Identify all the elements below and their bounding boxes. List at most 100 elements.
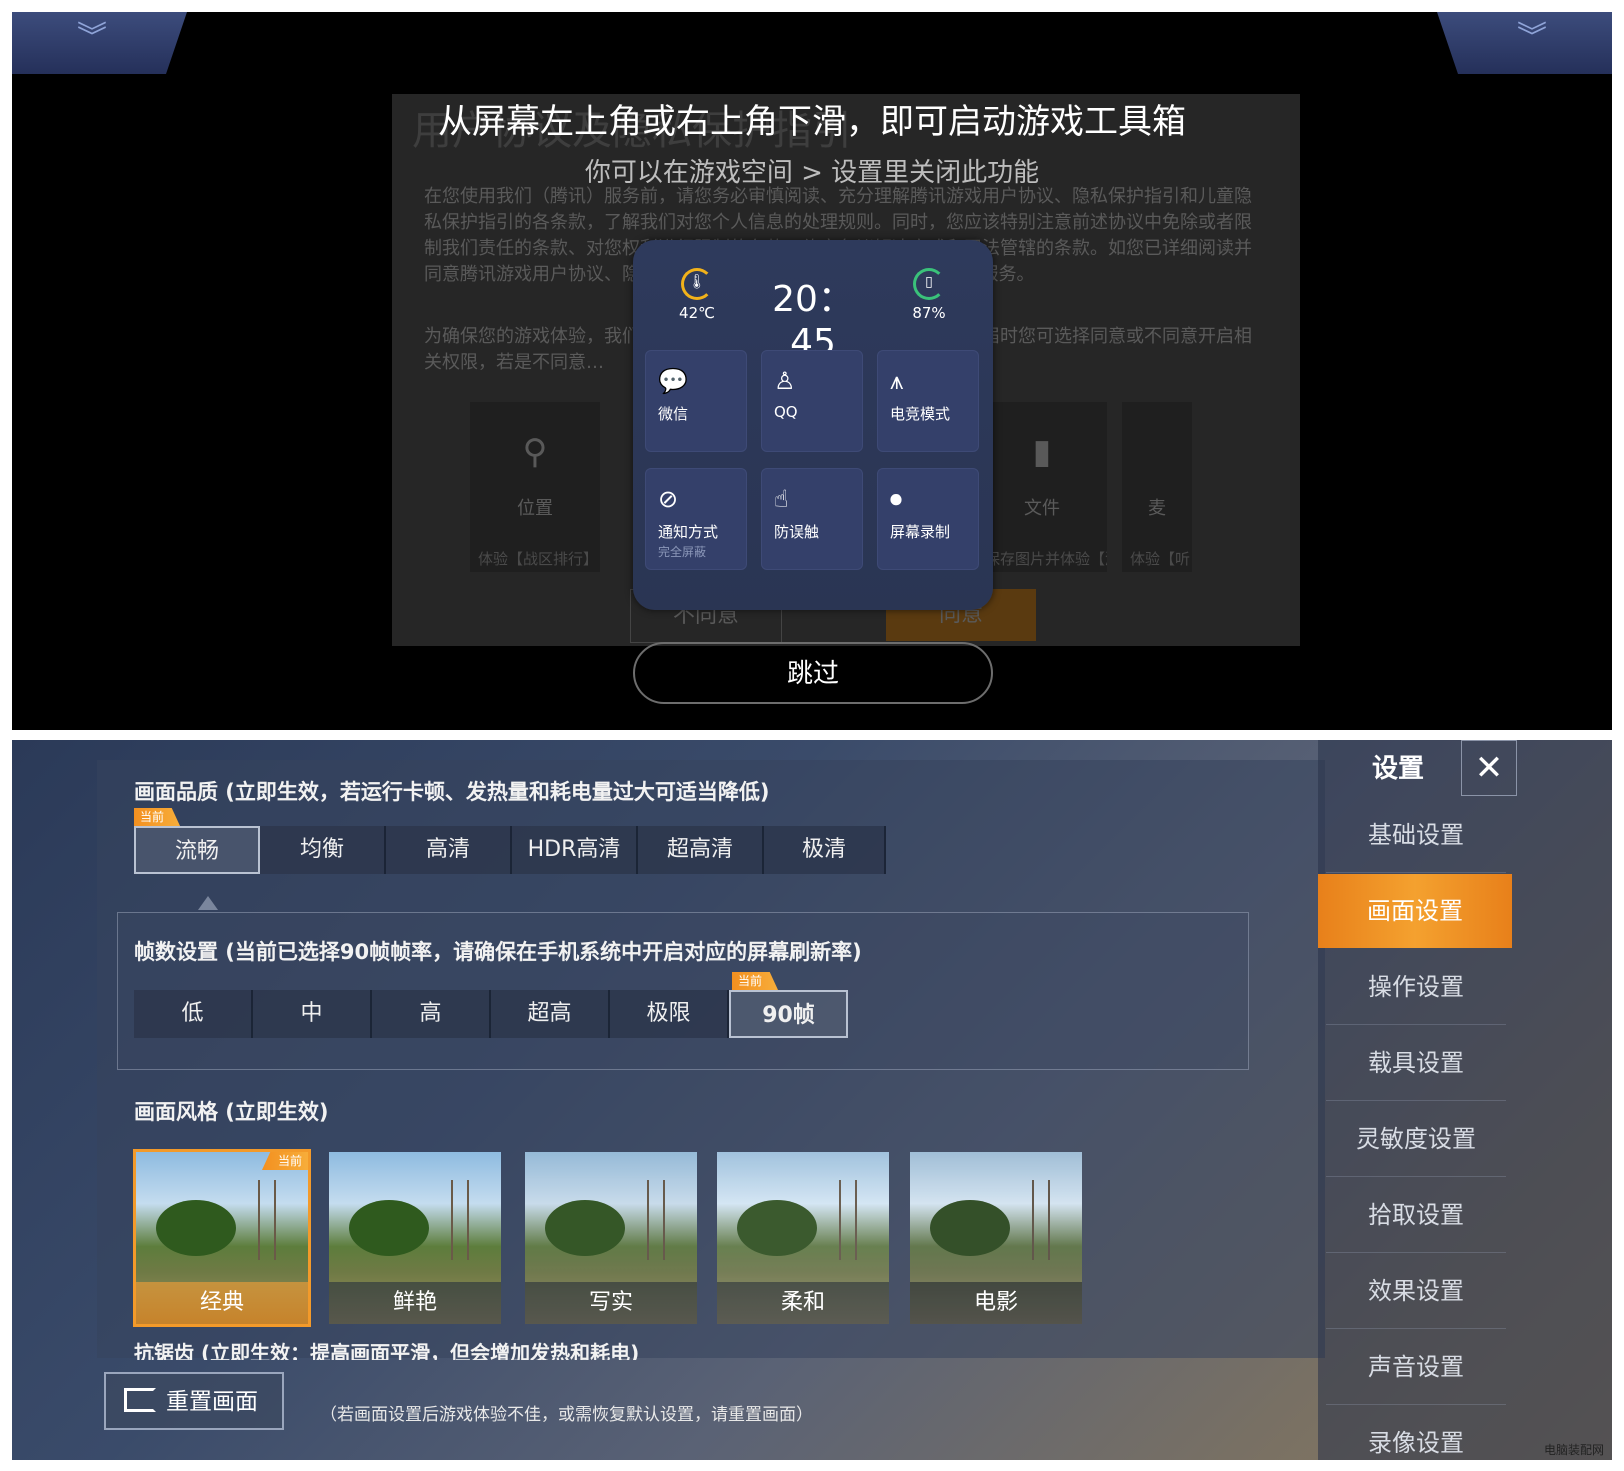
qq-icon: ♙	[774, 367, 796, 395]
toolbox-tile-screen-record[interactable]: ⏺ 屏幕录制	[877, 468, 979, 570]
quality-option-hd[interactable]: 高清	[386, 826, 512, 874]
fps-option-medium[interactable]: 中	[253, 990, 372, 1038]
screen-record-icon: ⏺	[890, 485, 902, 513]
quality-option-smooth[interactable]: 流畅	[134, 826, 260, 874]
tile-label: QQ	[774, 403, 798, 421]
fps-option-ultra[interactable]: 超高	[491, 990, 610, 1038]
settings-sidebar: 设置 ✕ 基础设置 画面设置 操作设置 载具设置 灵敏度设置 拾取设置 效果设置…	[1318, 740, 1612, 1460]
sidebar-item-pickup[interactable]: 拾取设置	[1326, 1178, 1506, 1253]
toolbox-tile-wechat[interactable]: 💬 微信	[645, 350, 747, 452]
quality-pointer	[198, 896, 218, 910]
style-label: 柔和	[717, 1282, 889, 1324]
style-label: 鲜艳	[329, 1282, 501, 1324]
permission-label: 文件	[1024, 498, 1060, 519]
sidebar-item-sensitivity[interactable]: 灵敏度设置	[1326, 1102, 1506, 1177]
fps-option-90[interactable]: 90帧	[729, 990, 848, 1038]
quality-option-ultra-hd[interactable]: 超高清	[638, 826, 764, 874]
preview-tree	[156, 1200, 236, 1256]
preview-tree	[930, 1200, 1010, 1256]
sidebar-item-basic[interactable]: 基础设置	[1326, 798, 1506, 873]
temperature-value: 42℃	[679, 304, 715, 322]
location-icon: ⚲	[522, 432, 548, 472]
site-watermark: 电脑装配网	[1543, 1443, 1604, 1457]
current-badge: 当前	[261, 1152, 308, 1170]
esports-icon: ⩚	[890, 367, 904, 395]
tile-label: 防误触	[774, 523, 820, 541]
settings-title: 设置	[1371, 754, 1424, 784]
quality-option-hdr[interactable]: HDR高清	[512, 826, 638, 874]
toolbox-hint-subtitle: 你可以在游戏空间 > 设置里关闭此功能	[584, 158, 1040, 188]
sidebar-item-vehicle[interactable]: 载具设置	[1326, 1026, 1506, 1101]
sidebar-item-recording[interactable]: 录像设置	[1326, 1406, 1506, 1460]
permission-card-file: ▮ 文件 保存图片并体验【游	[977, 402, 1107, 572]
anti-touch-icon: ☝	[774, 485, 789, 513]
sidebar-item-controls[interactable]: 操作设置	[1326, 950, 1506, 1025]
style-label: 电影	[910, 1282, 1082, 1324]
toolbox-hint-title: 从屏幕左上角或右上角下滑，即可启动游戏工具箱	[438, 102, 1186, 142]
preview-tree	[349, 1200, 429, 1256]
top-left-swipe-corner[interactable]: ︾	[12, 12, 187, 74]
temperature-indicator: 🌡 42℃	[667, 268, 727, 322]
quality-option-extreme[interactable]: 极清	[764, 826, 886, 874]
tile-label: 屏幕录制	[890, 523, 951, 541]
style-option-vivid[interactable]: 鲜艳	[329, 1152, 501, 1324]
toolbox-tile-esports[interactable]: ⩚ 电竞模式	[877, 350, 979, 452]
fps-option-low[interactable]: 低	[134, 990, 253, 1038]
game-toolbox-panel: 🌡 42℃ 20：45 ▯ 87% 💬 微信 ♙ QQ ⩚ 电竞模式 ⊘ 通知方…	[633, 240, 993, 610]
quality-option-balanced[interactable]: 均衡	[260, 826, 386, 874]
file-icon: ▮	[1032, 432, 1052, 472]
quality-selector: 流畅 均衡 高清 HDR高清 超高清 极清	[134, 826, 886, 874]
fps-option-high[interactable]: 高	[372, 990, 491, 1038]
toolbox-tile-anti-touch[interactable]: ☝ 防误触	[761, 468, 863, 570]
antialias-title-cut: 抗锯齿 (立即生效：提高画面平滑，但会增加发热和耗电)	[134, 1341, 640, 1360]
fps-option-extreme[interactable]: 极限	[610, 990, 729, 1038]
preview-tree	[545, 1200, 625, 1256]
battery-indicator: ▯ 87%	[899, 268, 959, 322]
style-title: 画面风格 (立即生效)	[134, 1100, 329, 1124]
style-label: 经典	[136, 1282, 308, 1324]
sidebar-item-effects[interactable]: 效果设置	[1326, 1254, 1506, 1329]
top-right-swipe-corner[interactable]: ︾	[1437, 12, 1612, 74]
tile-label: 通知方式	[658, 523, 719, 541]
notification-icon: ⊘	[658, 485, 679, 513]
close-icon[interactable]: ✕	[1461, 740, 1517, 796]
tile-label: 微信	[658, 405, 689, 423]
toolbox-tile-qq[interactable]: ♙ QQ	[761, 350, 863, 452]
sidebar-item-graphics[interactable]: 画面设置	[1318, 874, 1512, 948]
thermometer-icon: 🌡	[681, 268, 713, 300]
skip-button[interactable]: 跳过	[633, 642, 993, 704]
style-option-classic[interactable]: 当前 经典	[133, 1149, 311, 1327]
reset-label: 重置画面	[166, 1389, 258, 1415]
reset-icon	[124, 1388, 156, 1412]
preview-tower	[839, 1180, 857, 1260]
battery-value: 87%	[912, 304, 946, 322]
wechat-icon: 💬	[658, 367, 688, 395]
quality-title: 画面品质 (立即生效，若运行卡顿、发热量和耗电量过大可适当降低)	[134, 780, 770, 804]
preview-tower	[1032, 1180, 1050, 1260]
style-option-realistic[interactable]: 写实	[525, 1152, 697, 1324]
permission-sub: 体验【听	[1130, 550, 1191, 568]
sidebar-item-sound[interactable]: 声音设置	[1326, 1330, 1506, 1405]
fps-title: 帧数设置 (当前已选择90帧帧率，请确保在手机系统中开启对应的屏幕刷新率)	[134, 940, 862, 964]
style-option-soft[interactable]: 柔和	[717, 1152, 889, 1324]
permission-sub: 保存图片并体验【游	[985, 550, 1107, 568]
toolbox-tile-notification[interactable]: ⊘ 通知方式 完全屏蔽	[645, 468, 747, 570]
reset-graphics-button[interactable]: 重置画面	[104, 1372, 284, 1430]
permission-sub: 体验【战区排行】	[478, 550, 599, 568]
preview-tree	[737, 1200, 817, 1256]
style-label: 写实	[525, 1282, 697, 1324]
game-toolbox-guide-screen: ︾ ︾ 用户协议及隐私保护指引 在您使用我们（腾讯）服务前，请您务必审慎阅读、充…	[12, 12, 1612, 730]
chevron-down-icon: ︾	[1517, 20, 1547, 55]
reset-note: （若画面设置后游戏体验不佳，或需恢复默认设置，请重置画面）	[320, 1405, 813, 1425]
chevron-down-icon: ︾	[77, 20, 107, 55]
permission-card-location: ⚲ 位置 体验【战区排行】	[470, 402, 600, 572]
style-option-cinema[interactable]: 电影	[910, 1152, 1082, 1324]
permission-label: 位置	[517, 498, 553, 519]
preview-tower	[647, 1180, 665, 1260]
preview-tower	[258, 1180, 276, 1260]
tile-sub: 完全屏蔽	[658, 545, 707, 559]
fps-selector: 低 中 高 超高 极限 90帧	[134, 990, 848, 1038]
permission-card-mic: 麦 体验【听	[1122, 402, 1192, 572]
preview-tower	[451, 1180, 469, 1260]
battery-icon: ▯	[913, 268, 945, 300]
